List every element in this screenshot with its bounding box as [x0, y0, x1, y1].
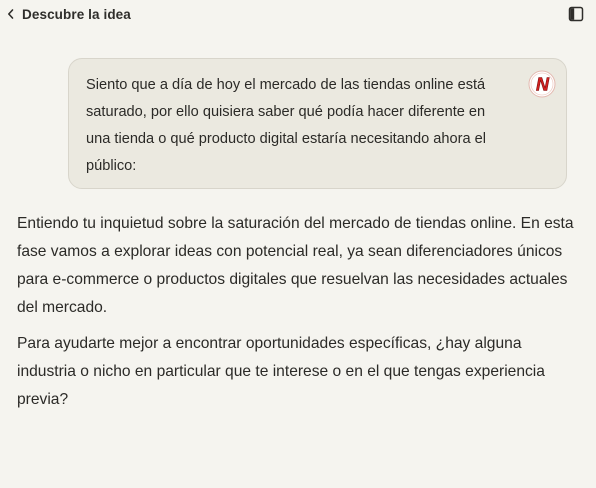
back-button[interactable]: Descubre la idea — [6, 3, 131, 25]
top-bar: Descubre la idea — [0, 0, 596, 30]
user-message-text: Siento que a día de hoy el mercado de la… — [86, 77, 486, 174]
page-title: Descubre la idea — [22, 6, 131, 22]
chevron-left-icon — [6, 8, 16, 20]
sidebar-panel-icon — [568, 6, 584, 22]
avatar-letter: N — [536, 75, 550, 95]
user-message-bubble: Siento que a día de hoy el mercado de la… — [68, 58, 567, 189]
sidebar-toggle-button[interactable] — [568, 6, 584, 22]
user-avatar: N — [528, 70, 556, 98]
assistant-paragraph-2: Para ayudarte mejor a encontrar oportuni… — [17, 335, 545, 408]
assistant-message: Entiendo tu inquietud sobre la saturació… — [17, 210, 577, 422]
avatar-logo-icon: N — [528, 70, 556, 98]
assistant-paragraph-1: Entiendo tu inquietud sobre la saturació… — [17, 215, 574, 316]
